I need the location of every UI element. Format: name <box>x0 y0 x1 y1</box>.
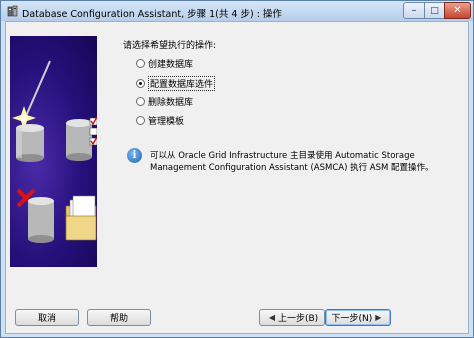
option-delete-database[interactable]: 删除数据库 <box>136 95 193 108</box>
cancel-button[interactable]: 取消 <box>15 309 79 326</box>
option-label: 删除数据库 <box>148 98 194 108</box>
radio-configure-database-options[interactable] <box>136 79 145 88</box>
back-arrow-icon: ◀ <box>268 313 275 322</box>
next-button[interactable]: 下一步(N) ▶ <box>325 309 391 326</box>
option-configure-database-options[interactable]: 配置数据库选件 <box>136 76 216 91</box>
maximize-icon: □ <box>430 5 439 16</box>
dbca-window: Database Configuration Assistant, 步骤 1(共… <box>0 0 474 338</box>
info-icon: i <box>127 148 142 163</box>
radio-create-database[interactable] <box>136 59 145 68</box>
back-button-label: 上一步(B) <box>277 314 319 324</box>
next-arrow-icon: ▶ <box>375 313 382 322</box>
close-icon: ✕ <box>453 5 462 16</box>
title-bar[interactable]: Database Configuration Assistant, 步骤 1(共… <box>1 1 473 21</box>
radio-delete-database[interactable] <box>136 97 145 106</box>
back-button[interactable]: ◀ 上一步(B) <box>259 309 325 326</box>
wizard-illustration <box>10 36 97 267</box>
asmca-info-message: 可以从 Oracle Grid Infrastructure 主目录使用 Aut… <box>150 151 434 173</box>
option-label: 管理模板 <box>148 117 185 127</box>
minimize-icon: – <box>411 5 417 16</box>
close-button[interactable]: ✕ <box>444 2 471 19</box>
maximize-button[interactable]: □ <box>424 2 445 19</box>
option-create-database[interactable]: 创建数据库 <box>136 57 193 70</box>
help-button[interactable]: 帮助 <box>87 309 151 326</box>
next-button-label: 下一步(N) <box>331 314 373 324</box>
app-icon <box>7 5 19 17</box>
minimize-button[interactable]: – <box>403 2 425 19</box>
help-button-label: 帮助 <box>109 314 128 324</box>
operation-prompt: 请选择希望执行的操作: <box>123 41 217 51</box>
option-label: 配置数据库选件 <box>148 76 216 91</box>
radio-manage-templates[interactable] <box>136 116 145 125</box>
option-manage-templates[interactable]: 管理模板 <box>136 114 184 127</box>
cancel-button-label: 取消 <box>37 314 56 324</box>
option-label: 创建数据库 <box>148 60 194 70</box>
window-title: Database Configuration Assistant, 步骤 1(共… <box>22 9 282 20</box>
